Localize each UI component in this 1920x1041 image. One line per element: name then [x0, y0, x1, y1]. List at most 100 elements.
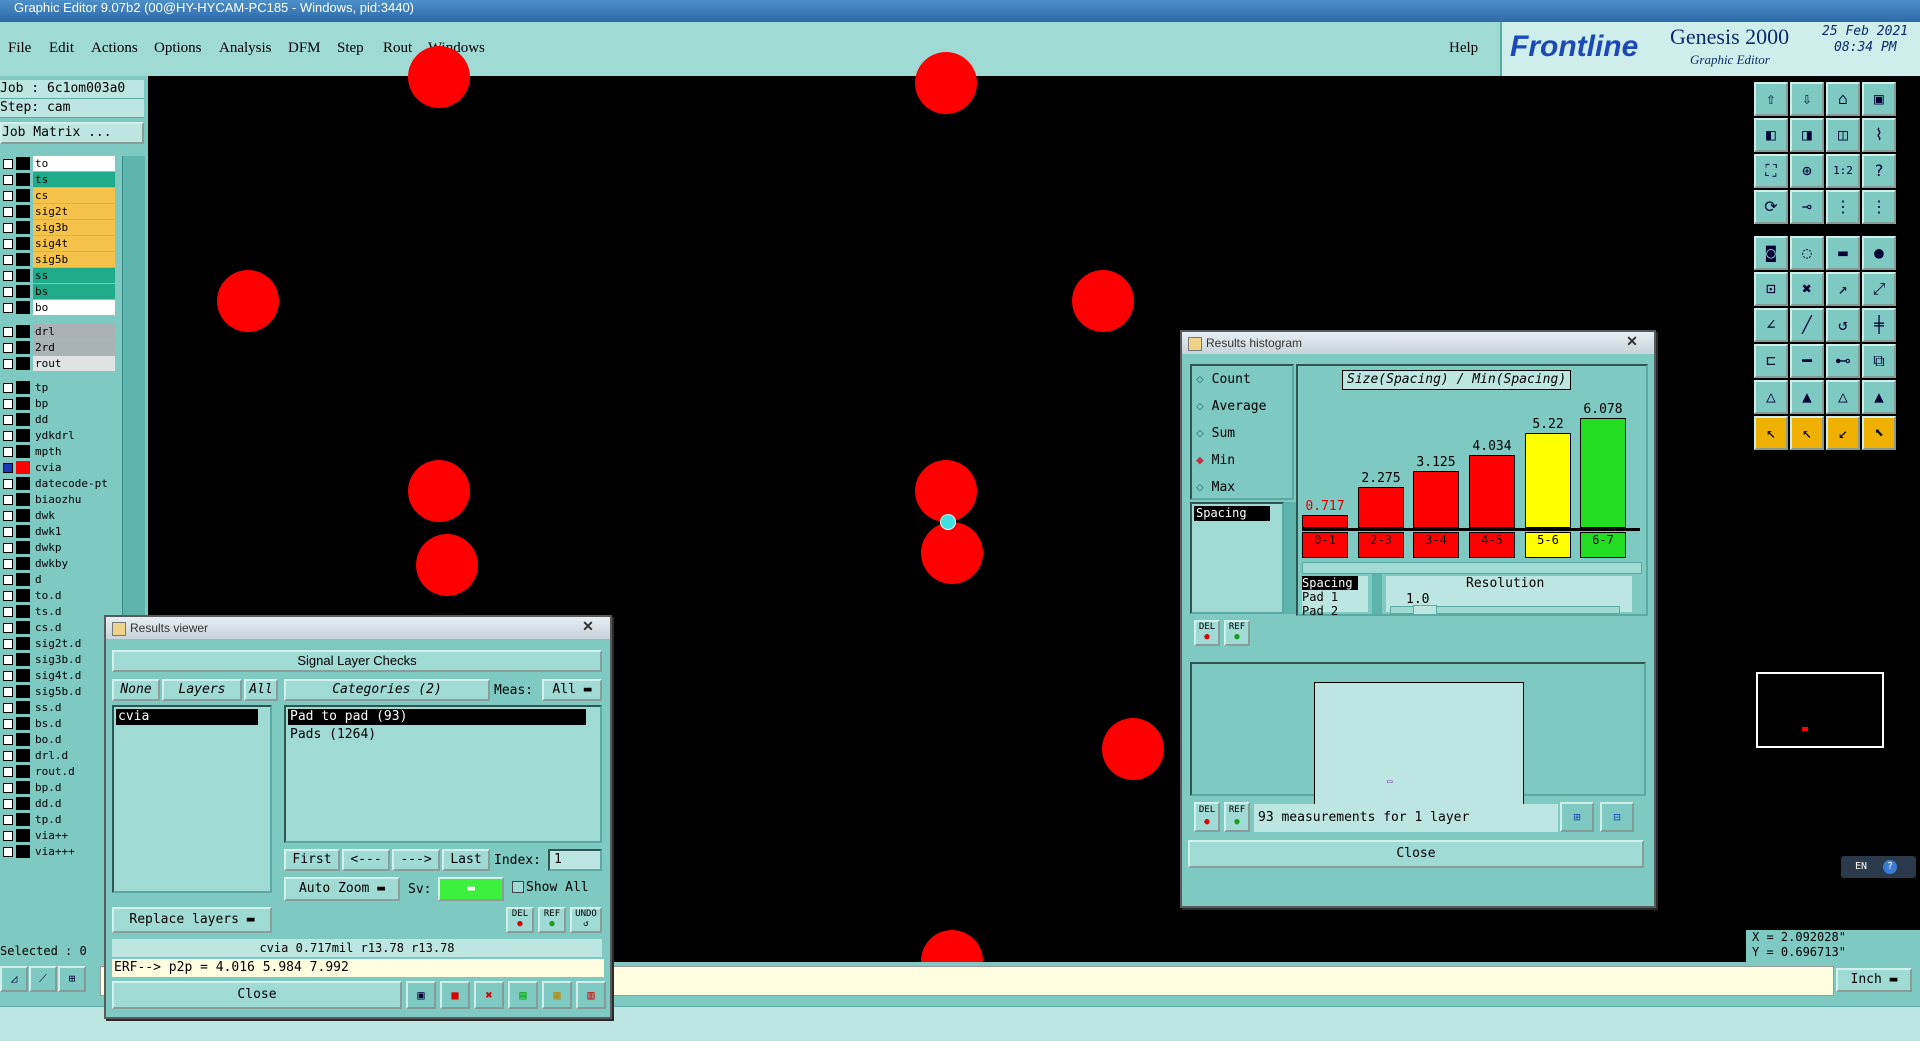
layer-name[interactable]: ts.d [33, 604, 115, 619]
layer-name[interactable]: biaozhu [33, 492, 115, 507]
layer-color-swatch[interactable] [16, 797, 30, 810]
close-icon[interactable]: ✕ [570, 618, 606, 636]
meas-select[interactable]: All ▬ [542, 679, 602, 701]
slider-thumb[interactable] [1413, 605, 1437, 615]
layer-name[interactable]: bs [33, 284, 115, 299]
help-icon[interactable]: ? [1883, 860, 1897, 874]
stop-icon[interactable]: ■ [440, 981, 470, 1009]
menu-rout[interactable]: Rout [383, 40, 412, 57]
layer-name[interactable]: dwk [33, 508, 115, 523]
layer-row[interactable]: mpth [0, 444, 118, 459]
layer-color-swatch[interactable] [16, 429, 30, 442]
select-tool-icon[interactable]: ◿ [0, 966, 28, 992]
report-icon[interactable]: ▤ [508, 981, 538, 1009]
histogram-bar[interactable] [1358, 486, 1404, 528]
option-count[interactable]: ◇ Count [1196, 372, 1251, 387]
measure-list-scrollbar[interactable] [1284, 502, 1296, 614]
category-label[interactable]: 3-4 [1413, 532, 1459, 558]
layer-row[interactable]: biaozhu [0, 492, 118, 507]
line-angle-icon[interactable]: ∠ [1754, 308, 1788, 342]
histogram-icon[interactable]: ▥ [576, 981, 606, 1009]
layer-row[interactable]: sig5b.d [0, 684, 118, 699]
layer-checkbox[interactable] [3, 447, 13, 457]
menu-help[interactable]: Help [1449, 40, 1478, 57]
connect-icon[interactable]: ⊷ [1826, 344, 1860, 378]
layer-checkbox[interactable] [3, 831, 13, 841]
layer-checkbox[interactable] [3, 799, 13, 809]
layer-name[interactable]: sig3b [33, 220, 115, 235]
triangle-1-icon[interactable]: △ [1754, 380, 1788, 414]
layer-color-swatch[interactable] [16, 509, 30, 522]
layer-checkbox[interactable] [3, 271, 13, 281]
layer-row[interactable]: to [0, 156, 118, 171]
line-icon[interactable]: ╱ [1790, 308, 1824, 342]
category-label[interactable]: 4-5 [1469, 532, 1515, 558]
layer-color-swatch[interactable] [16, 829, 30, 842]
units-select[interactable]: Inch ▬ [1836, 968, 1912, 992]
layer-color-swatch[interactable] [16, 189, 30, 202]
layer-row[interactable]: sig4t [0, 236, 118, 251]
menu-actions[interactable]: Actions [91, 40, 138, 57]
layer-name[interactable]: sig2t.d [33, 636, 115, 651]
layer-row[interactable]: via++ [0, 828, 118, 843]
del-button[interactable]: DEL ● [506, 907, 534, 933]
pad[interactable] [915, 52, 977, 114]
layer-color-swatch[interactable] [16, 381, 30, 394]
layer-checkbox[interactable] [3, 303, 13, 313]
layer-name[interactable]: tp [33, 380, 115, 395]
notes-icon[interactable]: ▦ [542, 981, 572, 1009]
pan-left-icon[interactable]: ◧ [1754, 118, 1788, 152]
layer-row[interactable]: to.d [0, 588, 118, 603]
layer-name[interactable]: bs.d [33, 716, 115, 731]
layer-color-swatch[interactable] [16, 461, 30, 474]
histogram-bar[interactable] [1580, 417, 1626, 528]
layer-checkbox[interactable] [3, 559, 13, 569]
layer-checkbox[interactable] [3, 239, 13, 249]
category-item-pad-to-pad[interactable]: Pad to pad (93) [288, 709, 586, 725]
layer-row[interactable]: bp [0, 396, 118, 411]
category-list-box[interactable]: Pad to pad (93) Pads (1264) [284, 705, 602, 843]
ime-indicator[interactable]: EN ? [1841, 856, 1916, 878]
layer-checkbox[interactable] [3, 175, 13, 185]
layer-checkbox[interactable] [3, 767, 13, 777]
overview-frame[interactable] [1756, 672, 1884, 748]
step-icon[interactable]: ╪ [1862, 308, 1896, 342]
preview-board[interactable]: ▭ [1314, 682, 1524, 806]
layer-color-swatch[interactable] [16, 301, 30, 314]
layer-color-swatch[interactable] [16, 205, 30, 218]
layer-color-swatch[interactable] [16, 221, 30, 234]
layer-color-swatch[interactable] [16, 445, 30, 458]
job-matrix-button[interactable]: Job Matrix ... [0, 122, 144, 144]
resolution-slider[interactable] [1390, 605, 1620, 615]
layer-checkbox[interactable] [3, 415, 13, 425]
zoom-selected-icon[interactable]: ⊞ [1560, 802, 1594, 832]
home-icon[interactable]: ⌂ [1826, 82, 1860, 116]
dot-icon[interactable]: ● [1862, 236, 1896, 270]
grid-tool-icon[interactable]: ⊞ [58, 966, 86, 992]
category-label[interactable]: 2-3 [1358, 532, 1404, 558]
layer-color-swatch[interactable] [16, 781, 30, 794]
layer-name[interactable]: d [33, 572, 115, 587]
menu-options[interactable]: Options [154, 40, 202, 57]
pad[interactable] [1102, 718, 1164, 780]
layer-checkbox[interactable] [3, 431, 13, 441]
triangle-2-icon[interactable]: ▲ [1790, 380, 1824, 414]
pad[interactable] [217, 270, 279, 332]
layer-name[interactable]: dwkby [33, 556, 115, 571]
layer-color-swatch[interactable] [16, 573, 30, 586]
layer-checkbox[interactable] [3, 703, 13, 713]
arc-icon[interactable]: ↺ [1826, 308, 1860, 342]
stack-alt-icon[interactable]: ⋮ [1862, 190, 1896, 224]
layer-name[interactable]: 2rd [33, 340, 115, 355]
layer-name[interactable]: sig5b [33, 252, 115, 267]
pointer-add-icon[interactable]: ⬉ [1862, 416, 1896, 450]
layer-row[interactable]: bs [0, 284, 118, 299]
pad[interactable] [408, 46, 470, 108]
layer-checkbox[interactable] [3, 207, 13, 217]
layer-checkbox[interactable] [3, 591, 13, 601]
menu-step[interactable]: Step [337, 40, 364, 57]
layer-color-swatch[interactable] [16, 253, 30, 266]
pointer-icon[interactable]: ↖ [1754, 416, 1788, 450]
layer-row[interactable]: bo.d [0, 732, 118, 747]
pad[interactable] [921, 522, 983, 584]
